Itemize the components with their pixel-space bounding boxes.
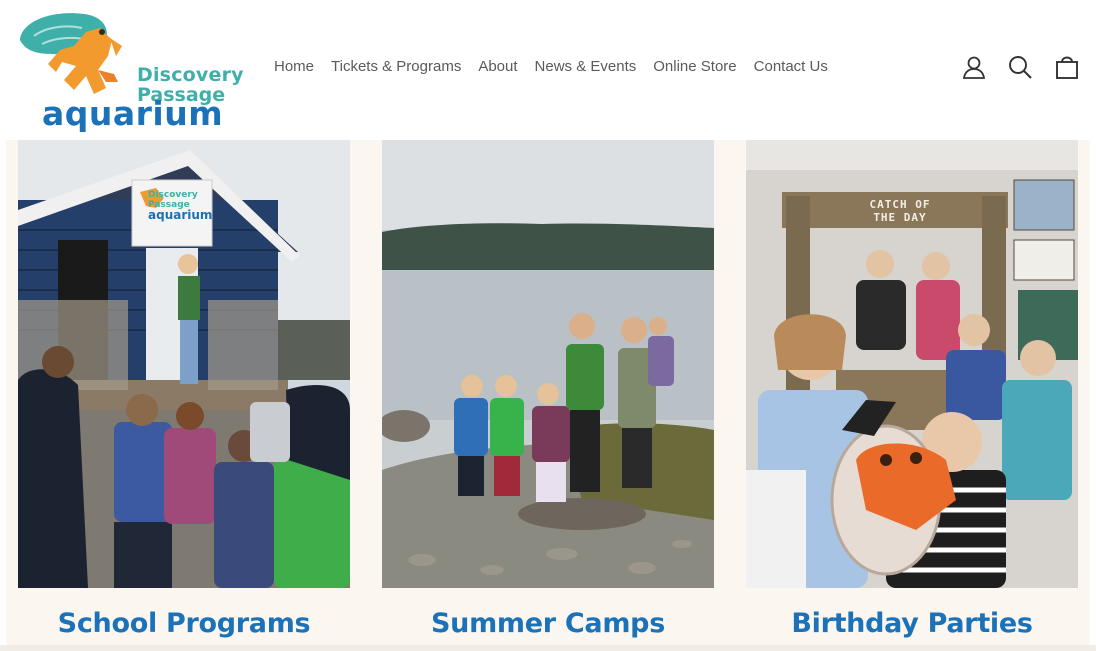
site-logo[interactable]: Discovery Passage aquarium	[14, 10, 244, 133]
school-sign-line3: aquarium	[148, 208, 213, 222]
summer-camps-photo[interactable]	[382, 140, 714, 588]
school-programs-title[interactable]: School Programs	[18, 608, 350, 639]
nav-online-store[interactable]: Online Store	[653, 58, 736, 75]
logo-text-discovery: Discovery	[137, 64, 244, 86]
nav-home[interactable]: Home	[274, 58, 314, 75]
nav-tickets-programs[interactable]: Tickets & Programs	[331, 58, 461, 75]
catch-of-the-day-sign: CATCH OF THE DAY	[840, 198, 960, 224]
school-sign-text: Discovery Passage aquarium	[148, 190, 212, 222]
page-bottom-border	[0, 645, 1096, 651]
school-sign-line1: Discovery	[148, 190, 198, 200]
main-nav: Home Tickets & Programs About News & Eve…	[274, 58, 828, 75]
catch-sign-line1: CATCH OF	[869, 198, 931, 211]
summer-camps-title[interactable]: Summer Camps	[382, 608, 714, 639]
site-header: Discovery Passage aquarium Home Tickets …	[0, 0, 1096, 138]
nav-news-events[interactable]: News & Events	[535, 58, 637, 75]
cart-icon[interactable]	[1053, 53, 1081, 81]
birthday-parties-title[interactable]: Birthday Parties	[746, 608, 1078, 639]
search-icon[interactable]	[1006, 53, 1034, 81]
nav-contact-us[interactable]: Contact Us	[754, 58, 828, 75]
account-icon[interactable]	[960, 53, 988, 81]
nav-about[interactable]: About	[478, 58, 517, 75]
catch-sign-line2: THE DAY	[873, 211, 927, 224]
logo-text-aquarium: aquarium	[42, 94, 224, 133]
